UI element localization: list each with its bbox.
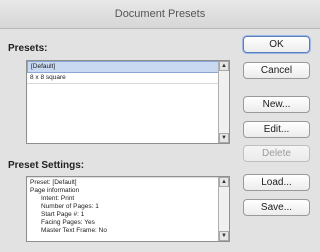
preset-settings-label: Preset Settings:	[8, 160, 85, 171]
settings-line: Page information	[30, 187, 80, 194]
settings-line: Start Page #: 1	[41, 211, 85, 218]
list-item[interactable]: [Default]	[27, 61, 229, 73]
settings-line: Number of Pages: 1	[41, 203, 99, 210]
load-button[interactable]: Load...	[243, 174, 310, 191]
settings-line: Intent: Print	[41, 195, 75, 202]
scroll-up-arrow-icon[interactable]: ▲	[219, 177, 229, 187]
cancel-button[interactable]: Cancel	[243, 62, 310, 79]
presets-list[interactable]: [Default] 8 x 8 square ▲ ▼	[26, 60, 230, 144]
presets-label: Presets:	[8, 43, 48, 54]
window-title: Document Presets	[114, 8, 206, 20]
presets-scrollbar[interactable]: ▲ ▼	[218, 61, 229, 143]
delete-button: Delete	[243, 145, 310, 162]
preset-settings-box: Preset: [Default] Page information Inten…	[26, 176, 230, 242]
title-bar: Document Presets	[0, 0, 320, 29]
edit-button[interactable]: Edit...	[243, 121, 310, 138]
settings-line: Master Text Frame: No	[41, 227, 107, 234]
ok-button[interactable]: OK	[243, 36, 310, 53]
settings-line: Facing Pages: Yes	[41, 219, 95, 226]
document-presets-dialog: Presets: [Default] 8 x 8 square ▲ ▼ Pres…	[0, 29, 320, 252]
scroll-down-arrow-icon[interactable]: ▼	[219, 231, 229, 241]
scroll-up-arrow-icon[interactable]: ▲	[219, 61, 229, 71]
scroll-down-arrow-icon[interactable]: ▼	[219, 133, 229, 143]
settings-line: Preset: [Default]	[30, 179, 77, 186]
save-button[interactable]: Save...	[243, 199, 310, 216]
list-item[interactable]: 8 x 8 square	[27, 73, 229, 84]
settings-scrollbar[interactable]: ▲ ▼	[218, 177, 229, 241]
new-button[interactable]: New...	[243, 96, 310, 113]
